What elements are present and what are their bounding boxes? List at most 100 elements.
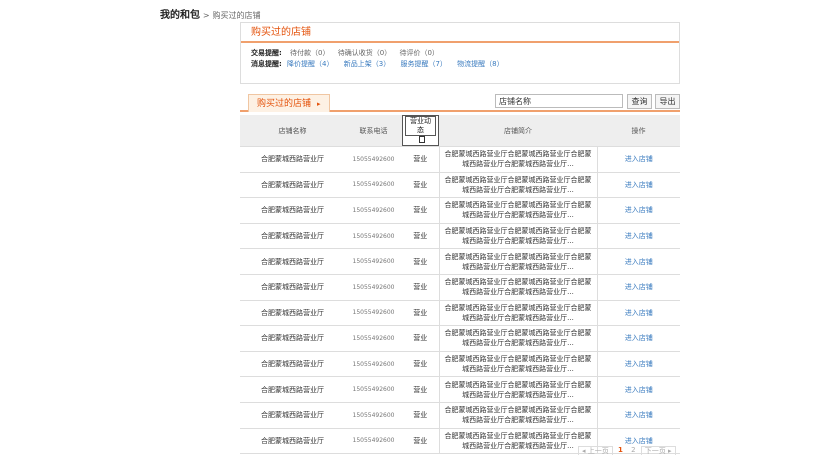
table-row: 合肥蒙城西路营业厅 15055492600 营业 合肥蒙城西路营业厅合肥蒙城西路营业厅… xyxy=(240,274,680,301)
shop-name-cell: 合肥蒙城西路营业厅 xyxy=(240,223,345,250)
shop-name-cell: 合肥蒙城西路营业厅 xyxy=(240,274,345,301)
enter-shop-link[interactable]: 进入店铺 xyxy=(597,223,680,250)
shop-name-cell: 合肥蒙城西路营业厅 xyxy=(240,248,345,275)
dropdown-box-icon xyxy=(418,136,425,143)
table-body: 合肥蒙城西路营业厅 15055492600 营业 合肥蒙城西路营业厅合肥蒙城西路营业厅… xyxy=(240,146,680,455)
enter-shop-link[interactable]: 进入店铺 xyxy=(597,325,680,352)
tab-label: 购买过的店铺 xyxy=(257,99,312,109)
enter-shop-link[interactable]: 进入店铺 xyxy=(597,402,680,429)
status-cell: 营业 xyxy=(402,223,439,250)
shop-name-cell: 合肥蒙城西路营业厅 xyxy=(240,428,345,455)
tab-arrow-icon: ▸ xyxy=(317,100,321,108)
status-filter-label: 营业动态 xyxy=(405,116,436,136)
shop-name-search-input[interactable] xyxy=(495,94,623,108)
status-cell: 营业 xyxy=(402,197,439,224)
panel-body: 交易提醒: 待付款（0） 待确认收货（0） 待评价（0） 消息提醒: 降价提醒（… xyxy=(241,43,679,75)
shop-name-cell: 合肥蒙城西路营业厅 xyxy=(240,197,345,224)
enter-shop-link[interactable]: 进入店铺 xyxy=(597,274,680,301)
phone-cell: 15055492600 xyxy=(345,197,402,224)
pending-review-item: 待评价（0） xyxy=(399,49,439,57)
description-cell: 合肥蒙城西路营业厅合肥蒙城西路营业厅合肥蒙城西路营业厅合肥蒙城西路营业厅... xyxy=(438,274,598,301)
shop-name-cell: 合肥蒙城西路营业厅 xyxy=(240,402,345,429)
enter-shop-link[interactable]: 进入店铺 xyxy=(597,197,680,224)
enter-shop-link[interactable]: 进入店铺 xyxy=(597,376,680,403)
service-reminder-link[interactable]: 服务提醒（7） xyxy=(400,60,446,68)
status-cell: 营业 xyxy=(402,428,439,455)
status-cell: 营业 xyxy=(402,402,439,429)
reminder-panel: 购买过的店铺 交易提醒: 待付款（0） 待确认收货（0） 待评价（0） 消息提醒… xyxy=(240,22,680,84)
table-row: 合肥蒙城西路营业厅 15055492600 营业 合肥蒙城西路营业厅合肥蒙城西路营业厅… xyxy=(240,300,680,327)
pagination: ◂ 上一页 1 2 下一页 ▸ xyxy=(578,446,676,455)
next-page-button[interactable]: 下一页 ▸ xyxy=(640,446,676,455)
header-description: 店铺简介 xyxy=(439,115,597,147)
enter-shop-link[interactable]: 进入店铺 xyxy=(597,172,680,199)
description-cell: 合肥蒙城西路营业厅合肥蒙城西路营业厅合肥蒙城西路营业厅合肥蒙城西路营业厅... xyxy=(438,223,598,250)
message-reminder-label: 消息提醒: xyxy=(251,60,282,68)
description-cell: 合肥蒙城西路营业厅合肥蒙城西路营业厅合肥蒙城西路营业厅合肥蒙城西路营业厅... xyxy=(438,146,598,173)
phone-cell: 15055492600 xyxy=(345,300,402,327)
export-button[interactable]: 导出 xyxy=(655,94,680,109)
breadcrumb: 我的和包 > 购买过的店铺 xyxy=(160,6,260,21)
status-cell: 营业 xyxy=(402,172,439,199)
shop-name-cell: 合肥蒙城西路营业厅 xyxy=(240,325,345,352)
enter-shop-link[interactable]: 进入店铺 xyxy=(597,351,680,378)
current-page: 1 xyxy=(617,446,623,454)
description-cell: 合肥蒙城西路营业厅合肥蒙城西路营业厅合肥蒙城西路营业厅合肥蒙城西路营业厅... xyxy=(438,172,598,199)
shop-name-cell: 合肥蒙城西路营业厅 xyxy=(240,146,345,173)
status-cell: 营业 xyxy=(402,376,439,403)
shop-name-cell: 合肥蒙城西路营业厅 xyxy=(240,300,345,327)
description-cell: 合肥蒙城西路营业厅合肥蒙城西路营业厅合肥蒙城西路营业厅合肥蒙城西路营业厅... xyxy=(438,325,598,352)
shop-name-cell: 合肥蒙城西路营业厅 xyxy=(240,351,345,378)
table-row: 合肥蒙城西路营业厅 15055492600 营业 合肥蒙城西路营业厅合肥蒙城西路营业厅… xyxy=(240,223,680,250)
new-arrivals-link[interactable]: 新品上架（3） xyxy=(344,60,390,68)
status-cell: 营业 xyxy=(402,325,439,352)
status-cell: 营业 xyxy=(402,248,439,275)
phone-cell: 15055492600 xyxy=(345,274,402,301)
tab-purchased-shops[interactable]: 购买过的店铺 ▸ xyxy=(248,94,330,112)
status-filter-dropdown[interactable]: 营业动态 xyxy=(402,115,439,146)
status-cell: 营业 xyxy=(402,146,439,173)
breadcrumb-home-link[interactable]: 我的和包 xyxy=(160,10,200,21)
price-drop-link[interactable]: 降价提醒（4） xyxy=(287,60,333,68)
description-cell: 合肥蒙城西路营业厅合肥蒙城西路营业厅合肥蒙城西路营业厅合肥蒙城西路营业厅... xyxy=(438,351,598,378)
main-content: 购买过的店铺 交易提醒: 待付款（0） 待确认收货（0） 待评价（0） 消息提醒… xyxy=(240,22,680,455)
pending-payment-item: 待付款（0） xyxy=(290,49,330,57)
description-cell: 合肥蒙城西路营业厅合肥蒙城西路营业厅合肥蒙城西路营业厅合肥蒙城西路营业厅... xyxy=(438,248,598,275)
header-shop-name: 店铺名称 xyxy=(240,115,345,147)
logistics-reminder-link[interactable]: 物流提醒（8） xyxy=(457,60,503,68)
panel-title: 购买过的店铺 xyxy=(241,23,679,43)
page-2-link[interactable]: 2 xyxy=(628,446,638,455)
enter-shop-link[interactable]: 进入店铺 xyxy=(597,300,680,327)
header-operation: 操作 xyxy=(597,115,680,147)
table-header-row: 店铺名称 联系电话 营业动态 店铺简介 操作 xyxy=(240,115,680,147)
table-row: 合肥蒙城西路营业厅 15055492600 营业 合肥蒙城西路营业厅合肥蒙城西路营业厅… xyxy=(240,248,680,275)
breadcrumb-separator: > xyxy=(202,11,210,20)
phone-cell: 15055492600 xyxy=(345,146,402,173)
phone-cell: 15055492600 xyxy=(345,428,402,455)
shop-name-cell: 合肥蒙城西路营业厅 xyxy=(240,172,345,199)
description-cell: 合肥蒙城西路营业厅合肥蒙城西路营业厅合肥蒙城西路营业厅合肥蒙城西路营业厅... xyxy=(438,197,598,224)
phone-cell: 15055492600 xyxy=(345,172,402,199)
shop-name-cell: 合肥蒙城西路营业厅 xyxy=(240,376,345,403)
enter-shop-link[interactable]: 进入店铺 xyxy=(597,248,680,275)
message-reminder-row: 消息提醒: 降价提醒（4） 新品上架（3） 服务提醒（7） 物流提醒（8） xyxy=(251,59,669,70)
status-cell: 营业 xyxy=(402,274,439,301)
table-row: 合肥蒙城西路营业厅 15055492600 营业 合肥蒙城西路营业厅合肥蒙城西路营业厅… xyxy=(240,172,680,199)
status-cell: 营业 xyxy=(402,300,439,327)
query-button[interactable]: 查询 xyxy=(627,94,652,109)
description-cell: 合肥蒙城西路营业厅合肥蒙城西路营业厅合肥蒙城西路营业厅合肥蒙城西路营业厅... xyxy=(438,376,598,403)
phone-cell: 15055492600 xyxy=(345,351,402,378)
phone-cell: 15055492600 xyxy=(345,223,402,250)
breadcrumb-current: 购买过的店铺 xyxy=(212,11,261,20)
phone-cell: 15055492600 xyxy=(345,325,402,352)
prev-page-button[interactable]: ◂ 上一页 xyxy=(578,446,613,455)
header-phone: 联系电话 xyxy=(345,115,402,147)
enter-shop-link[interactable]: 进入店铺 xyxy=(597,146,680,173)
table-row: 合肥蒙城西路营业厅 15055492600 营业 合肥蒙城西路营业厅合肥蒙城西路营业厅… xyxy=(240,197,680,224)
description-cell: 合肥蒙城西路营业厅合肥蒙城西路营业厅合肥蒙城西路营业厅合肥蒙城西路营业厅... xyxy=(438,428,598,455)
table-row: 合肥蒙城西路营业厅 15055492600 营业 合肥蒙城西路营业厅合肥蒙城西路营业厅… xyxy=(240,351,680,378)
phone-cell: 15055492600 xyxy=(345,402,402,429)
header-status[interactable]: 营业动态 xyxy=(402,115,439,147)
table-row: 合肥蒙城西路营业厅 15055492600 营业 合肥蒙城西路营业厅合肥蒙城西路营业厅… xyxy=(240,402,680,429)
trade-reminder-label: 交易提醒: xyxy=(251,49,282,57)
